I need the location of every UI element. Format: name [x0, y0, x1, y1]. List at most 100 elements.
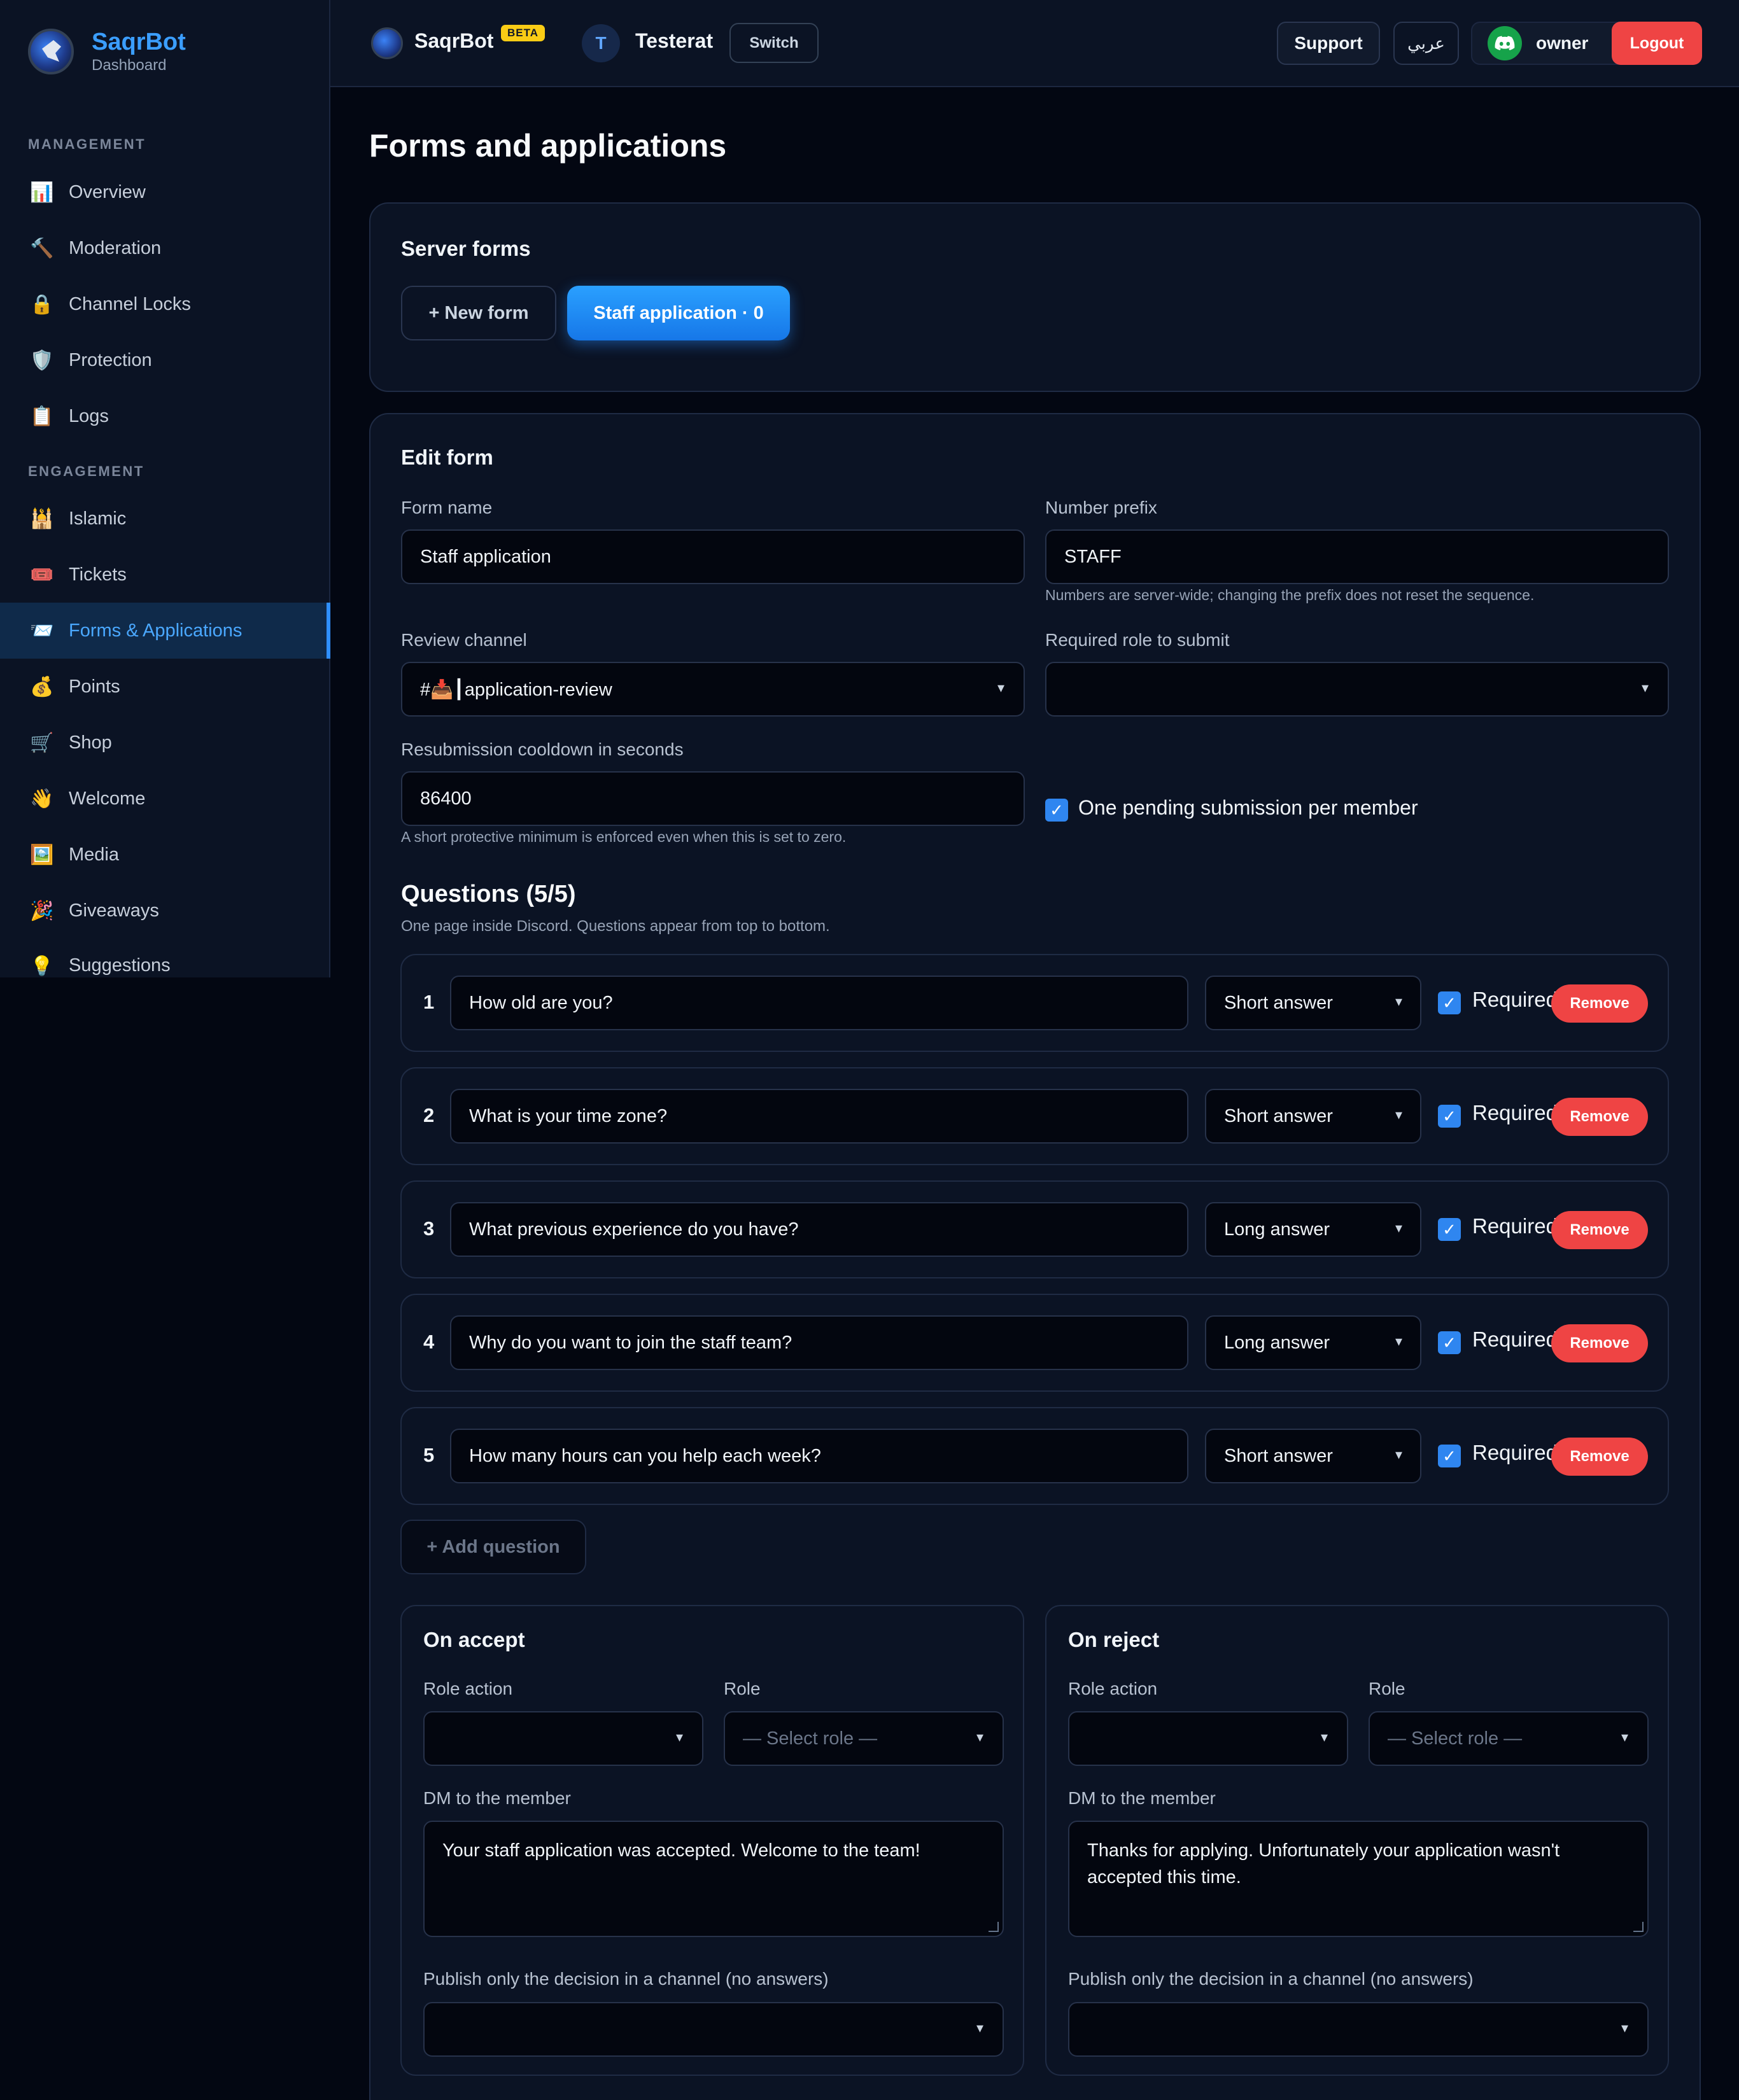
lock-icon: 🔒 [30, 293, 54, 315]
cooldown-input[interactable]: 86400 [401, 771, 1025, 826]
question-row: 4 Why do you want to join the staff team… [400, 1294, 1669, 1392]
questions-subtitle: One page inside Discord. Questions appea… [401, 918, 830, 935]
question-type-select[interactable]: Long answer [1205, 1315, 1421, 1370]
reject-role-action-select[interactable] [1068, 1711, 1348, 1766]
question-type-select[interactable]: Short answer [1205, 1089, 1421, 1144]
on-accept-card: On accept Role action Role — Select role… [400, 1605, 1024, 2076]
sidebar-item-islamic[interactable]: 🕌 Islamic [0, 491, 330, 547]
sidebar-item-label: Islamic [69, 508, 127, 529]
hammer-icon: 🔨 [30, 237, 54, 259]
remove-question-button[interactable]: Remove [1551, 1211, 1648, 1249]
role-placeholder: — Select role — [1388, 1728, 1523, 1749]
sidebar-item-label: Forms & Applications [69, 620, 243, 641]
question-type-select[interactable]: Short answer [1205, 976, 1421, 1030]
required-label: Required [1472, 1441, 1558, 1464]
lightbulb-icon: 💡 [30, 956, 54, 977]
accept-role-action-select[interactable] [423, 1711, 703, 1766]
question-number: 2 [423, 1104, 435, 1126]
sidebar-item-moderation[interactable]: 🔨 Moderation [0, 220, 330, 276]
required-checkbox[interactable]: ✓ [1438, 1331, 1461, 1354]
sidebar-item-shop[interactable]: 🛒 Shop [0, 715, 330, 771]
add-question-button[interactable]: + Add question [400, 1520, 586, 1574]
money-bag-icon: 💰 [30, 676, 54, 697]
remove-question-button[interactable]: Remove [1551, 1324, 1648, 1362]
one-pending-label: One pending submission per member [1078, 796, 1418, 819]
sidebar-item-forms-applications[interactable]: 📨 Forms & Applications [0, 603, 330, 659]
sidebar-item-label: Points [69, 676, 120, 697]
reject-dm-textarea[interactable]: Thanks for applying. Unfortunately your … [1068, 1821, 1649, 1937]
review-channel-label: Review channel [401, 630, 527, 650]
required-label: Required [1472, 1327, 1558, 1351]
sidebar-item-logs[interactable]: 📋 Logs [0, 388, 330, 444]
support-button[interactable]: Support [1277, 22, 1380, 65]
sidebar-item-protection[interactable]: 🛡️ Protection [0, 332, 330, 388]
question-text-input[interactable]: Why do you want to join the staff team? [450, 1315, 1188, 1370]
form-name-input[interactable]: Staff application [401, 529, 1025, 584]
switch-server-button[interactable]: Switch [729, 23, 819, 63]
required-checkbox[interactable]: ✓ [1438, 1218, 1461, 1241]
chart-icon: 📊 [30, 181, 54, 203]
question-text-input[interactable]: How many hours can you help each week? [450, 1429, 1188, 1483]
sidebar-item-tickets[interactable]: 🎟️ Tickets [0, 547, 330, 603]
wave-icon: 👋 [30, 788, 54, 809]
sidebar-item-label: Channel Locks [69, 293, 191, 314]
dm-label: DM to the member [423, 1788, 571, 1808]
sidebar-item-points[interactable]: 💰 Points [0, 659, 330, 715]
form-name-label: Form name [401, 498, 493, 517]
sidebar-item-label: Shop [69, 732, 112, 753]
required-checkbox[interactable]: ✓ [1438, 991, 1461, 1014]
question-type-select[interactable]: Long answer [1205, 1202, 1421, 1257]
page-title: Forms and applications [369, 128, 727, 164]
remove-question-button[interactable]: Remove [1551, 984, 1648, 1023]
one-pending-checkbox[interactable]: ✓ [1045, 799, 1068, 822]
accept-publish-channel-select[interactable] [423, 2002, 1004, 2057]
sidebar-item-giveaways[interactable]: 🎉 Giveaways [0, 883, 330, 939]
brand[interactable]: SaqrBot Dashboard [28, 28, 186, 75]
language-button[interactable]: عربي [1393, 22, 1459, 65]
sidebar-item-channel-locks[interactable]: 🔒 Channel Locks [0, 276, 330, 332]
accept-dm-textarea[interactable]: Your staff application was accepted. Wel… [423, 1821, 1004, 1937]
role-label: Role [724, 1679, 761, 1698]
question-row: 2 What is your time zone? Short answer ✓… [400, 1067, 1669, 1165]
required-checkbox[interactable]: ✓ [1438, 1105, 1461, 1128]
sidebar-item-media[interactable]: 🖼️ Media [0, 827, 330, 883]
logout-button[interactable]: Logout [1612, 22, 1702, 65]
number-prefix-input[interactable]: STAFF [1045, 529, 1669, 584]
sidebar-item-overview[interactable]: 📊 Overview [0, 164, 330, 220]
sidebar-item-label: Tickets [69, 564, 127, 585]
server-name: Testerat [635, 29, 714, 52]
question-text-input[interactable]: What is your time zone? [450, 1089, 1188, 1144]
required-label: Required [1472, 988, 1558, 1011]
discord-icon [1488, 26, 1522, 60]
sidebar-item-label: Welcome [69, 788, 146, 809]
publish-label: Publish only the decision in a channel (… [1068, 1969, 1474, 1989]
sidebar-item-label: Moderation [69, 237, 162, 258]
sidebar-item-label: Giveaways [69, 900, 159, 921]
sidebar-item-welcome[interactable]: 👋 Welcome [0, 771, 330, 827]
brand-subtitle: Dashboard [92, 57, 167, 74]
review-channel-select[interactable]: #📥┃application-review [401, 662, 1025, 717]
question-row: 3 What previous experience do you have? … [400, 1180, 1669, 1278]
question-type-select[interactable]: Short answer [1205, 1429, 1421, 1483]
question-number: 4 [423, 1331, 435, 1353]
topbar: SaqrBot BETA T Testerat Switch Support ع… [330, 0, 1739, 87]
question-text-input[interactable]: How old are you? [450, 976, 1188, 1030]
new-form-button[interactable]: + New form [401, 286, 556, 340]
reject-publish-channel-select[interactable] [1068, 2002, 1649, 2057]
form-tab-staff-application[interactable]: Staff application · 0 [567, 286, 790, 340]
picture-icon: 🖼️ [30, 844, 54, 865]
accept-role-select[interactable]: — Select role — [724, 1711, 1004, 1766]
sidebar-item-label: Media [69, 844, 119, 865]
question-text-input[interactable]: What previous experience do you have? [450, 1202, 1188, 1257]
reject-role-select[interactable]: — Select role — [1369, 1711, 1649, 1766]
beta-badge: BETA [501, 25, 546, 41]
required-label: Required [1472, 1214, 1558, 1238]
sidebar-item-suggestions[interactable]: 💡 Suggestions [0, 939, 330, 977]
question-number: 5 [423, 1444, 435, 1466]
required-checkbox[interactable]: ✓ [1438, 1445, 1461, 1467]
remove-question-button[interactable]: Remove [1551, 1438, 1648, 1476]
required-role-select[interactable] [1045, 662, 1669, 717]
remove-question-button[interactable]: Remove [1551, 1098, 1648, 1136]
sidebar-item-label: Logs [69, 405, 109, 426]
nav-section-management: MANAGEMENT [28, 136, 146, 152]
